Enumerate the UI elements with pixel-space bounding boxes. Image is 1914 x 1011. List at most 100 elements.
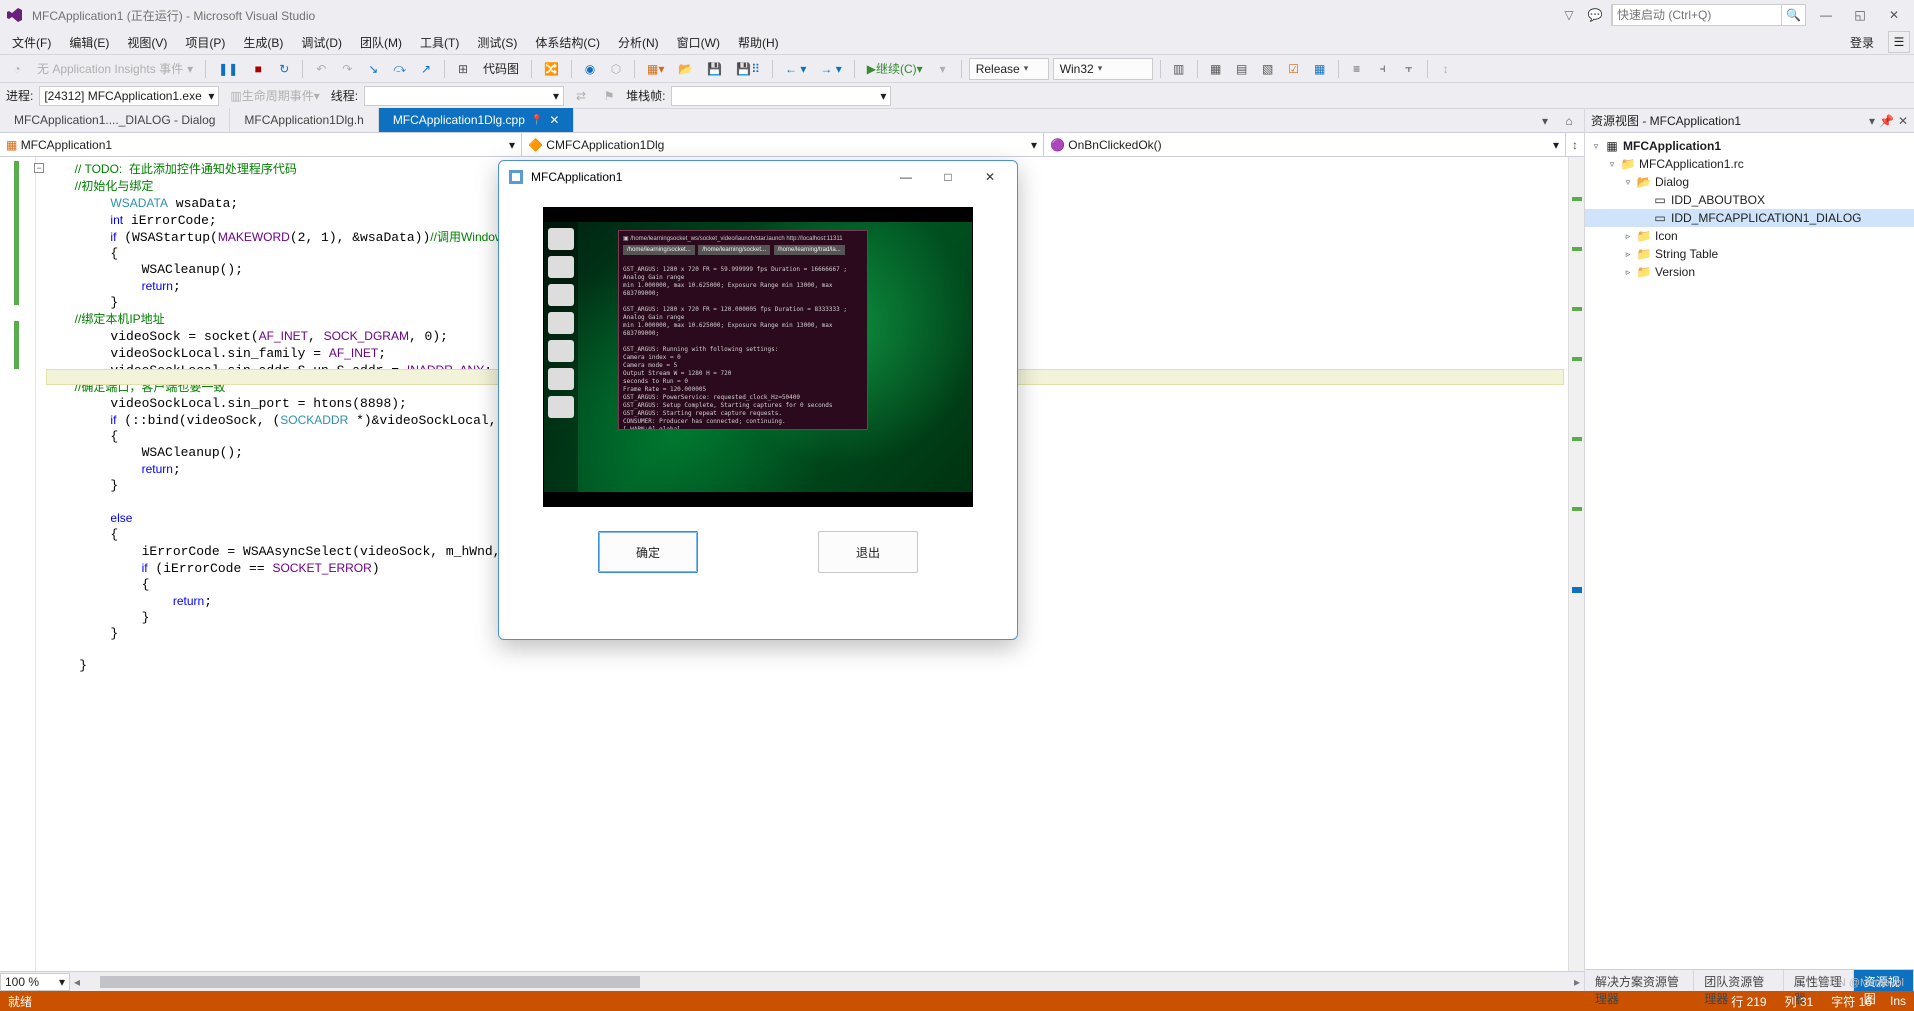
test-icon[interactable]: ☑ [1283,58,1305,80]
member-combo[interactable]: 🟣 OnBnClickedOk()▾ [1044,133,1566,156]
save-all-button[interactable]: 💾⠿ [731,58,765,80]
lifecycle-icon[interactable]: ▥ 生命周期事件 ▾ [225,85,324,107]
tool-tab[interactable]: 解决方案资源管理器 [1585,970,1694,991]
platform-dropdown[interactable]: Win32▾ [1053,58,1153,80]
dialog-maximize-button[interactable]: □ [931,165,965,189]
tree-node[interactable]: ▹📁Icon [1585,227,1914,245]
scroll-map[interactable] [1568,157,1584,971]
layout-icon-3[interactable]: ▤ [1231,58,1253,80]
hex-button[interactable]: ⬡ [605,58,627,80]
align-icon-2[interactable]: ⫞ [1372,58,1394,80]
tabs-overflow-icon[interactable]: ▾ [1534,110,1556,132]
notification-flag-icon[interactable]: ▽ [1559,5,1579,25]
tree-node[interactable]: ▿▦MFCApplication1 [1585,137,1914,155]
menu-item[interactable]: 编辑(E) [61,31,117,54]
document-tab[interactable]: MFCApplication1...._DIALOG - Dialog [0,108,230,132]
dialog-titlebar[interactable]: MFCApplication1 — □ ✕ [499,161,1017,193]
tree-node[interactable]: ▹📁String Table [1585,245,1914,263]
expand-icon[interactable]: ▿ [1591,141,1601,152]
expand-icon[interactable]: ▹ [1623,267,1633,278]
save-button[interactable]: 💾 [702,58,727,80]
scope-combo[interactable]: ▦ MFCApplication1▾ [0,133,522,156]
menu-item[interactable]: 团队(M) [352,31,410,54]
pause-button[interactable]: ❚❚ [213,58,243,80]
codemap-button[interactable]: 代码图 [478,58,524,80]
menu-item[interactable]: 体系结构(C) [527,31,608,54]
thread-nav-icon[interactable]: ⇄ [570,85,592,107]
dialog-close-button[interactable]: ✕ [973,165,1007,189]
process-combo[interactable]: [24312] MFCApplication1.exe▾ [39,86,219,106]
menu-item[interactable]: 文件(F) [4,31,59,54]
quick-launch-input[interactable] [1612,4,1782,26]
tab-close-icon[interactable]: ✕ [549,113,559,127]
close-button[interactable]: ✕ [1880,4,1908,26]
extra-icon[interactable]: ↕ [1435,58,1457,80]
menu-item[interactable]: 分析(N) [610,31,667,54]
expand-icon[interactable]: ▹ [1623,231,1633,242]
scroll-right-icon[interactable]: ▸ [1570,975,1584,989]
shuffle-icon[interactable]: 🔀 [539,58,564,80]
feedback-icon[interactable]: 💬 [1585,5,1605,25]
resource-tree[interactable]: ▿▦MFCApplication1▿📁MFCApplication1.rc▿📂D… [1585,133,1914,969]
stop-button[interactable]: ■ [247,58,269,80]
dialog-minimize-button[interactable]: — [889,165,923,189]
step-into-button[interactable]: ↘ [362,58,384,80]
layout-icon-4[interactable]: ▧ [1257,58,1279,80]
minimize-button[interactable]: — [1812,4,1840,26]
document-tab[interactable]: MFCApplication1Dlg.h [230,108,378,132]
menu-item[interactable]: 视图(V) [119,31,175,54]
align-icon-3[interactable]: ⫟ [1398,58,1420,80]
tree-node[interactable]: ▭IDD_ABOUTBOX [1585,191,1914,209]
quick-launch[interactable]: 🔍 [1611,4,1806,26]
thread-combo[interactable]: ▾ [364,86,564,106]
menu-item[interactable]: 窗口(W) [669,31,728,54]
panel-dropdown-icon[interactable]: ▾ [1869,114,1875,128]
step-out-button[interactable]: ↗ [415,58,437,80]
menu-item[interactable]: 调试(D) [293,31,350,54]
layout-icon-2[interactable]: ▦ [1205,58,1227,80]
class-combo[interactable]: 🔶 CMFCApplication1Dlg▾ [522,133,1044,156]
zoom-combo[interactable]: 100 %▾ [0,973,70,991]
thread-flag-icon[interactable]: ⚑ [598,85,620,107]
panel-pin-icon[interactable]: 📌 [1879,114,1894,128]
continue-button[interactable]: ▶ 继续(C) ▾ [862,58,928,80]
codemap-icon[interactable]: ⊞ [452,58,474,80]
align-icon-1[interactable]: ≡ [1346,58,1368,80]
scroll-left-icon[interactable]: ◂ [70,975,84,989]
ok-button[interactable]: 确定 [598,531,698,573]
insights-dropdown[interactable]: 无 Application Insights 事件 ▾ [32,58,198,80]
undo-button[interactable]: ↶ [310,58,332,80]
expand-icon[interactable] [1639,213,1649,223]
expand-icon[interactable]: ▿ [1607,159,1617,170]
layout-icon-1[interactable]: ▥ [1168,58,1190,80]
restart-button[interactable]: ↻ [273,58,295,80]
tree-node[interactable]: ▿📂Dialog [1585,173,1914,191]
stackframe-combo[interactable]: ▾ [671,86,891,106]
redo-button[interactable]: ↷ [336,58,358,80]
pin-icon[interactable]: 📍 [531,115,543,126]
restore-button[interactable]: ◱ [1846,4,1874,26]
tree-node[interactable]: ▹📁Version [1585,263,1914,281]
config-dropdown[interactable]: Release▾ [969,58,1049,80]
expand-icon[interactable]: ▹ [1623,249,1633,260]
target-icon[interactable]: ◉ [579,58,601,80]
nav-forward-button[interactable]: → ▾ [815,58,846,80]
new-item-button[interactable]: ▦▾ [642,58,669,80]
split-icon[interactable]: ↕ [1566,133,1584,156]
home-icon[interactable]: ⌂ [1558,110,1580,132]
panel-close-icon[interactable]: ✕ [1898,114,1908,128]
menu-item[interactable]: 生成(B) [235,31,291,54]
step-over-button[interactable]: ⤼ [388,58,411,80]
document-tab[interactable]: MFCApplication1Dlg.cpp📍✕ [379,108,575,132]
horizontal-scrollbar[interactable] [88,974,1566,990]
tree-node[interactable]: ▭IDD_MFCAPPLICATION1_DIALOG [1585,209,1914,227]
attach-button[interactable]: ▾ [932,58,954,80]
account-menu-icon[interactable]: ☰ [1888,31,1910,53]
tree-node[interactable]: ▿📁MFCApplication1.rc [1585,155,1914,173]
open-button[interactable]: 📂 [673,58,698,80]
menu-item[interactable]: 测试(S) [469,31,525,54]
sign-in-link[interactable]: 登录 [1842,31,1882,54]
grid-icon[interactable]: ▦ [1309,58,1331,80]
menu-item[interactable]: 项目(P) [177,31,233,54]
menu-item[interactable]: 工具(T) [412,31,467,54]
